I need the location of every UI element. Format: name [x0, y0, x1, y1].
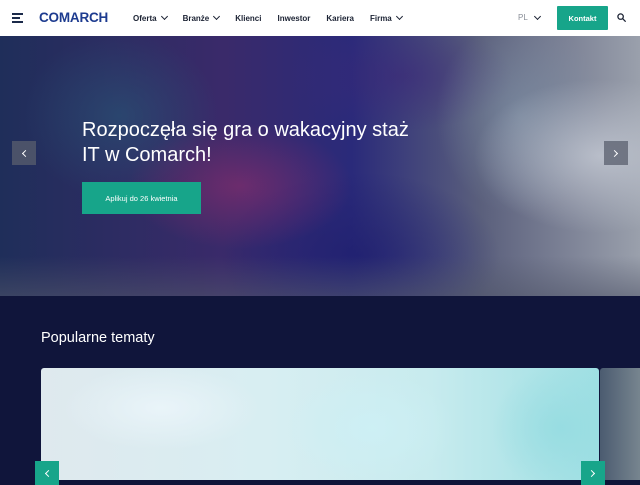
nav-item-inwestor[interactable]: Inwestor	[277, 14, 310, 23]
topic-card[interactable]	[41, 368, 599, 480]
section-title: Popularne tematy	[41, 330, 155, 346]
nav-item-label: Firma	[369, 13, 392, 23]
apply-button[interactable]: Aplikuj do 26 kwietnia	[82, 182, 201, 214]
nav-item-kariera[interactable]: Kariera	[326, 14, 354, 23]
nav-item-label: Inwestor	[277, 13, 311, 23]
language-label: PL	[518, 13, 528, 22]
nav-item-label: Kariera	[326, 13, 354, 23]
chevron-right-icon	[587, 469, 596, 477]
hero-banner: Rozpoczęła się gra o wakacyjny staż IT w…	[0, 36, 640, 296]
chevron-left-icon	[44, 469, 53, 477]
chevron-down-icon	[395, 12, 403, 21]
main-nav: Oferta Branże Klienci Inwestor Kariera F…	[133, 0, 418, 36]
search-icon[interactable]	[617, 13, 626, 22]
contact-button[interactable]: Kontakt	[557, 6, 608, 30]
nav-item-label: Oferta	[133, 13, 157, 23]
nav-item-oferta[interactable]: Oferta	[133, 12, 168, 23]
nav-item-branze[interactable]: Branże	[182, 12, 221, 23]
topics-next-button[interactable]	[581, 461, 605, 485]
nav-item-label: Klienci	[235, 13, 262, 23]
chevron-left-icon	[21, 149, 30, 157]
comarch-logo[interactable]: COMARCH	[39, 10, 108, 25]
topics-prev-button[interactable]	[35, 461, 59, 485]
hero-prev-button[interactable]	[12, 141, 36, 165]
chevron-right-icon	[610, 149, 619, 157]
hero-next-button[interactable]	[604, 141, 628, 165]
hamburger-menu-icon[interactable]	[12, 13, 23, 23]
popular-topics-section: Popularne tematy	[0, 296, 640, 485]
topic-card-next[interactable]	[600, 368, 640, 480]
hero-title: Rozpoczęła się gra o wakacyjny staż IT w…	[82, 119, 409, 166]
site-header: COMARCH Oferta Branże Klienci Inwestor K…	[0, 0, 640, 36]
hero-gradient-overlay	[0, 256, 640, 296]
nav-item-firma[interactable]: Firma	[369, 12, 403, 23]
language-selector[interactable]: PL	[518, 12, 541, 22]
chevron-down-icon	[160, 12, 168, 21]
chevron-down-icon	[533, 12, 541, 20]
chevron-down-icon	[213, 12, 221, 21]
nav-item-klienci[interactable]: Klienci	[235, 14, 261, 23]
nav-item-label: Branże	[182, 13, 210, 23]
